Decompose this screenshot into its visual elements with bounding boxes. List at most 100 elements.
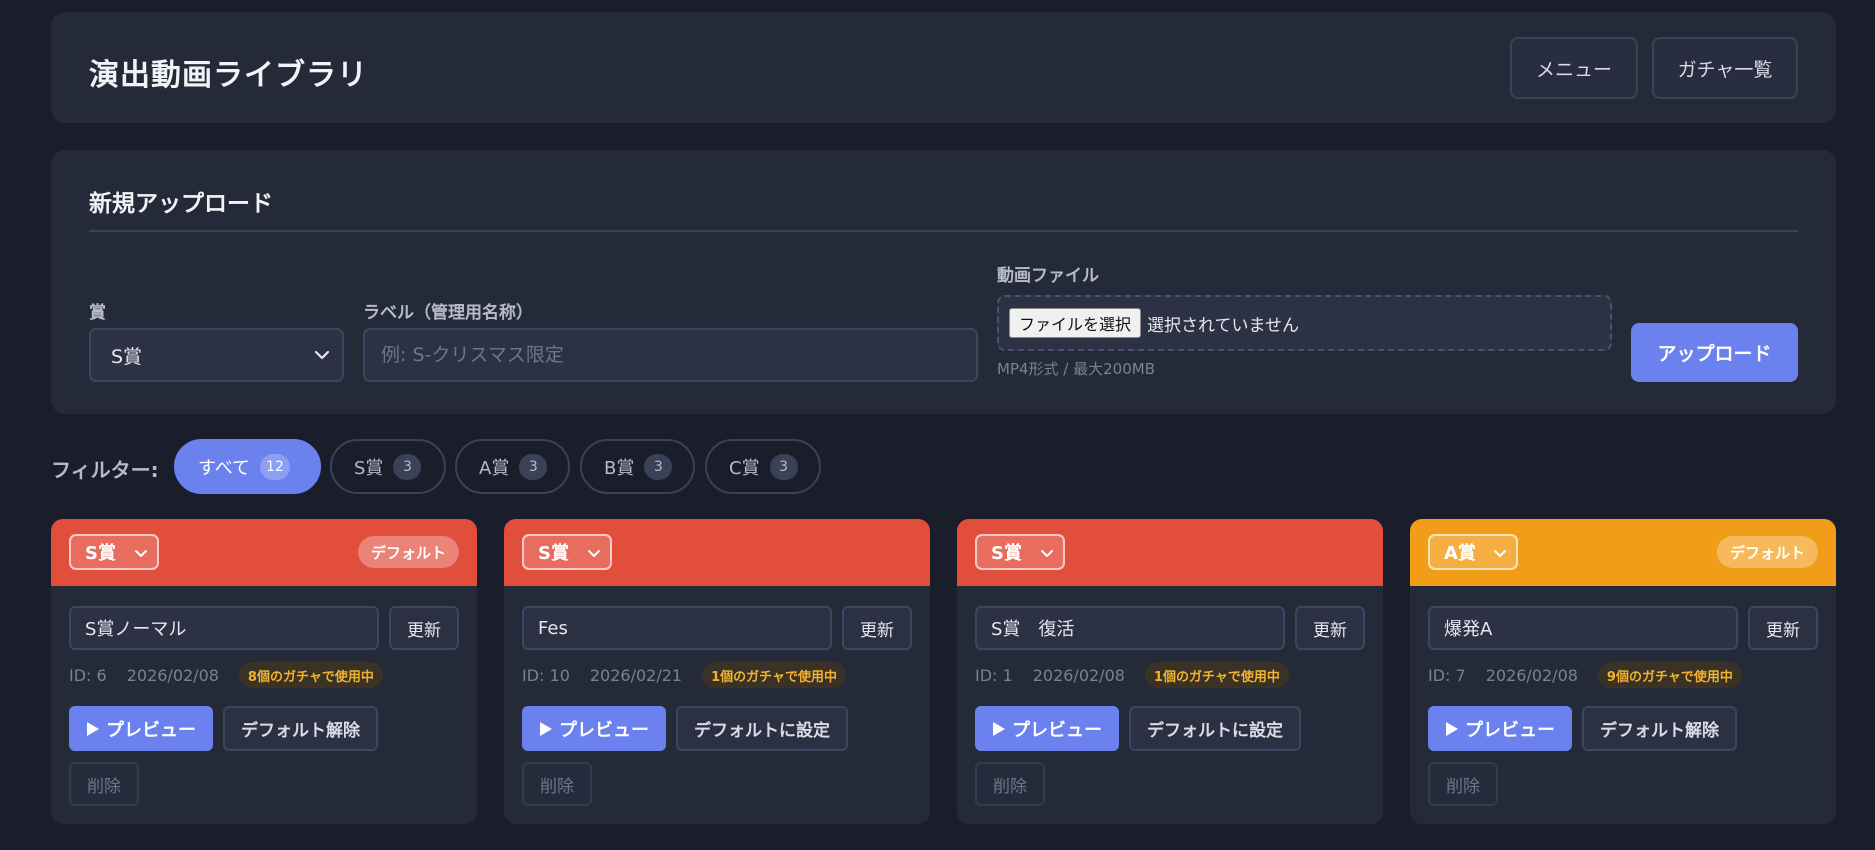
delete-button[interactable]: 削除: [975, 762, 1045, 806]
default-badge: デフォルト: [357, 536, 459, 568]
filter-chip-all[interactable]: すべて 12: [174, 439, 321, 494]
set-default-button[interactable]: デフォルトに設定: [1129, 706, 1301, 751]
file-field-label: 動画ファイル: [997, 266, 1099, 286]
video-id: ID: 1: [975, 665, 1013, 685]
video-date: 2026/02/21: [589, 665, 683, 685]
card-meta: ID: 10 2026/02/21 1個のガチャで使用中: [522, 661, 847, 689]
label-field-label: ラベル（管理用名称）: [363, 303, 533, 323]
upload-button[interactable]: アップロード: [1631, 323, 1798, 382]
default-badge: デフォルト: [1716, 536, 1818, 568]
file-drop-zone[interactable]: ファイルを選択 選択されていません: [997, 295, 1612, 351]
chevron-down-icon: [314, 350, 330, 360]
usage-badge: 9個のガチャで使用中: [1597, 662, 1742, 688]
filter-label: フィルター:: [51, 458, 159, 482]
set-default-button[interactable]: デフォルトに設定: [676, 706, 848, 751]
delete-button[interactable]: 削除: [1428, 762, 1498, 806]
update-button[interactable]: 更新: [842, 606, 912, 650]
prize-select[interactable]: A賞: [1428, 534, 1518, 570]
gacha-list-button[interactable]: ガチャ一覧: [1652, 37, 1798, 99]
chevron-down-icon: [1041, 550, 1053, 557]
card-header: S賞: [504, 519, 930, 586]
chip-count: 3: [644, 453, 673, 480]
prize-select-value: S賞: [85, 543, 116, 564]
usage-badge: 8個のガチャで使用中: [238, 662, 383, 688]
play-icon: [993, 721, 1005, 736]
upload-section: 新規アップロード 賞 S賞 ラベル（管理用名称） 動画ファイル ファイルを選択 …: [51, 150, 1836, 414]
usage-badge: 1個のガチャで使用中: [1144, 662, 1289, 688]
chip-count: 3: [393, 453, 422, 480]
video-id: ID: 10: [522, 665, 570, 685]
chip-count: 12: [260, 453, 290, 480]
preview-label: プレビュー: [106, 719, 196, 741]
page: 演出動画ライブラリ メニュー ガチャ一覧 新規アップロード 賞 S賞 ラベル（管…: [0, 0, 1875, 850]
card-header: S賞: [957, 519, 1383, 586]
video-card: S賞 Fes 更新 ID: 10 2026/02/21 1個のガチャで使用中 プ…: [504, 519, 930, 824]
card-header: A賞 デフォルト: [1410, 519, 1836, 586]
chip-count: 3: [769, 453, 798, 480]
card-header: S賞 デフォルト: [51, 519, 477, 586]
page-title: 演出動画ライブラリ: [89, 58, 368, 93]
unset-default-button[interactable]: デフォルト解除: [1582, 706, 1737, 751]
video-date: 2026/02/08: [126, 665, 219, 685]
chip-label: A賞: [479, 457, 510, 479]
video-card: S賞 デフォルト S賞ノーマル 更新 ID: 6 2026/02/08 8個のガ…: [51, 519, 477, 824]
preview-label: プレビュー: [1012, 719, 1102, 741]
prize-select-value: S賞: [111, 345, 143, 368]
video-name-input[interactable]: 爆発A: [1428, 606, 1738, 650]
delete-button[interactable]: 削除: [522, 762, 592, 806]
file-hint: MP4形式 / 最大200MB: [997, 360, 1155, 378]
play-icon: [540, 721, 552, 736]
usage-badge: 1個のガチャで使用中: [702, 662, 847, 688]
prize-select-value: S賞: [538, 543, 569, 564]
video-card: S賞 S賞 復活 更新 ID: 1 2026/02/08 1個のガチャで使用中 …: [957, 519, 1383, 824]
play-icon: [87, 721, 99, 736]
chip-label: S賞: [354, 457, 384, 479]
prize-select[interactable]: S賞: [69, 534, 159, 570]
filter-chip-s[interactable]: S賞 3: [330, 439, 446, 494]
video-id: ID: 7: [1428, 665, 1466, 685]
unset-default-button[interactable]: デフォルト解除: [223, 706, 378, 751]
chevron-down-icon: [135, 550, 147, 557]
video-date: 2026/02/08: [1032, 665, 1125, 685]
choose-file-button[interactable]: ファイルを選択: [1009, 308, 1142, 338]
video-name-input[interactable]: Fes: [522, 606, 832, 650]
update-button[interactable]: 更新: [1295, 606, 1365, 650]
upload-title: 新規アップロード: [89, 191, 273, 217]
update-button[interactable]: 更新: [1748, 606, 1818, 650]
preview-button[interactable]: プレビュー: [69, 706, 213, 751]
filter-chip-b[interactable]: B賞 3: [580, 439, 695, 494]
prize-field-label: 賞: [89, 303, 106, 323]
chip-label: B賞: [604, 457, 635, 479]
chip-label: すべて: [198, 457, 251, 479]
prize-select[interactable]: S賞: [89, 328, 344, 382]
video-card: A賞 デフォルト 爆発A 更新 ID: 7 2026/02/08 9個のガチャで…: [1410, 519, 1836, 824]
preview-button[interactable]: プレビュー: [522, 706, 666, 751]
upload-divider: [89, 230, 1798, 232]
header: 演出動画ライブラリ メニュー ガチャ一覧: [51, 12, 1836, 123]
prize-select[interactable]: S賞: [522, 534, 612, 570]
chip-label: C賞: [729, 457, 760, 479]
prize-select[interactable]: S賞: [975, 534, 1065, 570]
card-meta: ID: 6 2026/02/08 8個のガチャで使用中: [69, 661, 383, 689]
video-date: 2026/02/08: [1485, 665, 1578, 685]
card-meta: ID: 7 2026/02/08 9個のガチャで使用中: [1428, 661, 1742, 689]
video-id: ID: 6: [69, 665, 107, 685]
menu-button[interactable]: メニュー: [1510, 37, 1638, 99]
card-meta: ID: 1 2026/02/08 1個のガチャで使用中: [975, 661, 1289, 689]
play-icon: [1446, 721, 1458, 736]
preview-button[interactable]: プレビュー: [1428, 706, 1572, 751]
video-name-input[interactable]: S賞ノーマル: [69, 606, 379, 650]
chevron-down-icon: [1494, 550, 1506, 557]
preview-label: プレビュー: [1465, 719, 1555, 741]
chevron-down-icon: [588, 550, 600, 557]
file-status: 選択されていません: [1147, 315, 1299, 336]
label-input[interactable]: [363, 328, 978, 382]
update-button[interactable]: 更新: [389, 606, 459, 650]
prize-select-value: A賞: [1444, 543, 1476, 564]
filter-chip-a[interactable]: A賞 3: [455, 439, 570, 494]
delete-button[interactable]: 削除: [69, 762, 139, 806]
preview-label: プレビュー: [559, 719, 649, 741]
preview-button[interactable]: プレビュー: [975, 706, 1119, 751]
filter-chip-c[interactable]: C賞 3: [705, 439, 821, 494]
video-name-input[interactable]: S賞 復活: [975, 606, 1285, 650]
